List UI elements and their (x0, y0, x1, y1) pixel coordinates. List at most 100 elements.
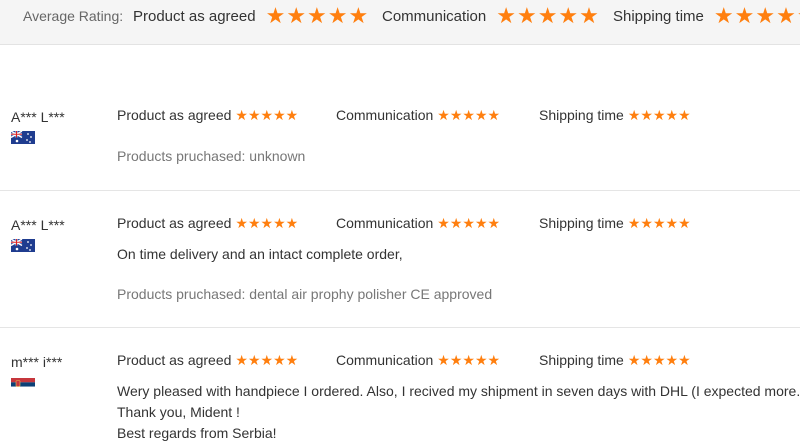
star-rating: ★★★★★ (437, 216, 500, 230)
review-comment-line: Thank you, Mident ! (117, 404, 240, 420)
star-icon: ★ (640, 215, 653, 231)
star-rating: ★★★★★ (628, 353, 691, 367)
product-rating: Product as agreed ★ ★ ★ ★ ★ (117, 352, 299, 368)
review-comment-line: Wery pleased with handpiece I ordered. A… (117, 383, 800, 399)
product-rating: Product as agreed ★ ★ ★ ★ ★ (117, 215, 299, 231)
star-icon: ★ (265, 3, 286, 28)
star-icon: ★ (474, 107, 488, 123)
star-rating: ★★★★★ (496, 5, 600, 27)
star-icon: ★ (537, 3, 558, 28)
star-icon: ★ (474, 215, 488, 231)
star-icon: ★ (734, 3, 755, 28)
communication-rating: Communication ★ ★ ★ ★ ★ (336, 352, 501, 368)
average-product-rating: Product as agreed ★ ★ ★ ★ ★ (133, 0, 369, 32)
star-icon: ★ (327, 3, 348, 28)
star-icon: ★ (665, 107, 679, 123)
star-icon: ★ (627, 215, 641, 231)
star-rating: ★★★★★ (714, 5, 800, 27)
average-category-label: Shipping time (613, 7, 704, 25)
star-icon: ★ (487, 215, 501, 231)
star-icon: ★ (474, 352, 488, 368)
star-icon: ★ (496, 3, 516, 28)
review-comment: On time delivery and an intact complete … (117, 246, 403, 262)
products-purchased: Products pruchased: unknown (117, 148, 306, 164)
star-icon: ★ (247, 215, 261, 231)
shipping-rating: Shipping time ★ ★ ★ ★ ★ (539, 107, 691, 123)
star-icon: ★ (462, 352, 475, 368)
star-icon: ★ (640, 352, 653, 368)
star-icon: ★ (678, 352, 691, 368)
star-icon: ★ (273, 352, 286, 368)
star-icon: ★ (235, 352, 248, 368)
star-rating: ★★★★★ (437, 108, 500, 122)
star-icon: ★ (640, 107, 653, 123)
star-icon: ★ (678, 215, 691, 231)
star-rating: ★★★★★ (235, 108, 298, 122)
average-communication-rating: Communication ★ ★ ★ ★ ★ (382, 0, 600, 32)
star-icon: ★ (462, 107, 475, 123)
star-icon: ★ (286, 3, 307, 28)
star-icon: ★ (437, 352, 450, 368)
review-comment-line: Best regards from Serbia! (117, 425, 277, 441)
reviewer-name: A*** L*** (11, 217, 65, 233)
star-icon: ★ (652, 107, 666, 123)
star-icon: ★ (652, 352, 666, 368)
star-icon: ★ (627, 107, 641, 123)
star-icon: ★ (437, 215, 450, 231)
star-rating: ★★★★★ (266, 5, 370, 27)
star-icon: ★ (285, 352, 299, 368)
average-rating-bar: Average Rating: Product as agreed ★ ★ ★ ★ ★ … (0, 0, 800, 45)
australia-flag-icon (11, 131, 35, 144)
shipping-rating: Shipping time ★ ★ ★ ★ ★ (539, 352, 691, 368)
average-category-label: Communication (382, 7, 487, 25)
star-icon: ★ (462, 215, 475, 231)
star-icon: ★ (665, 352, 679, 368)
star-icon: ★ (235, 215, 248, 231)
star-icon: ★ (558, 3, 579, 28)
average-shipping-rating: Shipping time ★★★★★ (613, 0, 800, 32)
review-item: A*** L*** Product as agreed ★ ★ ★ ★ ★ Commun… (0, 190, 800, 328)
star-icon: ★ (627, 352, 641, 368)
communication-rating: Communication ★ ★ ★ ★ ★ (336, 107, 501, 123)
star-rating: ★★★★★ (235, 216, 298, 230)
star-icon: ★ (348, 3, 369, 28)
star-icon: ★ (273, 215, 286, 231)
products-purchased: Products pruchased: dental air prophy po… (117, 286, 493, 302)
star-icon: ★ (678, 107, 691, 123)
star-icon: ★ (307, 3, 327, 28)
review-item: m*** i*** Product as agreed ★ ★ ★ ★ ★ Commun… (0, 327, 800, 446)
star-rating: ★★★★★ (235, 353, 298, 367)
star-icon: ★ (652, 215, 666, 231)
star-icon: ★ (285, 215, 299, 231)
star-icon: ★ (487, 107, 501, 123)
communication-rating: Communication ★ ★ ★ ★ ★ (336, 215, 501, 231)
star-icon: ★ (247, 107, 261, 123)
star-icon: ★ (776, 3, 796, 28)
average-rating-label: Average Rating: (23, 8, 124, 24)
serbia-flag-icon (11, 378, 35, 391)
star-icon: ★ (285, 107, 299, 123)
star-icon: ★ (437, 107, 450, 123)
review-item: A*** L*** Product as agreed ★ ★ ★ ★ ★ Commun… (0, 95, 800, 191)
product-rating: Product as agreed ★ ★ ★ ★ ★ (117, 107, 299, 123)
star-icon: ★ (516, 3, 537, 28)
shipping-rating: Shipping time ★ ★ ★ ★ ★ (539, 215, 691, 231)
star-rating: ★★★★★ (628, 108, 691, 122)
star-icon: ★ (273, 107, 286, 123)
star-icon: ★ (665, 215, 679, 231)
star-rating: ★★★★★ (437, 353, 500, 367)
star-icon: ★ (487, 352, 501, 368)
star-rating: ★★★★★ (628, 216, 691, 230)
star-icon: ★ (260, 107, 274, 123)
star-icon: ★ (449, 215, 463, 231)
australia-flag-icon (11, 239, 35, 252)
star-icon: ★ (235, 107, 248, 123)
star-icon: ★ (260, 352, 274, 368)
star-icon: ★ (755, 3, 776, 28)
star-icon: ★ (449, 352, 463, 368)
star-icon: ★ (247, 352, 261, 368)
average-category-label: Product as agreed (133, 7, 256, 25)
star-icon: ★ (713, 3, 734, 28)
star-icon: ★ (260, 215, 274, 231)
star-icon: ★ (579, 3, 599, 28)
